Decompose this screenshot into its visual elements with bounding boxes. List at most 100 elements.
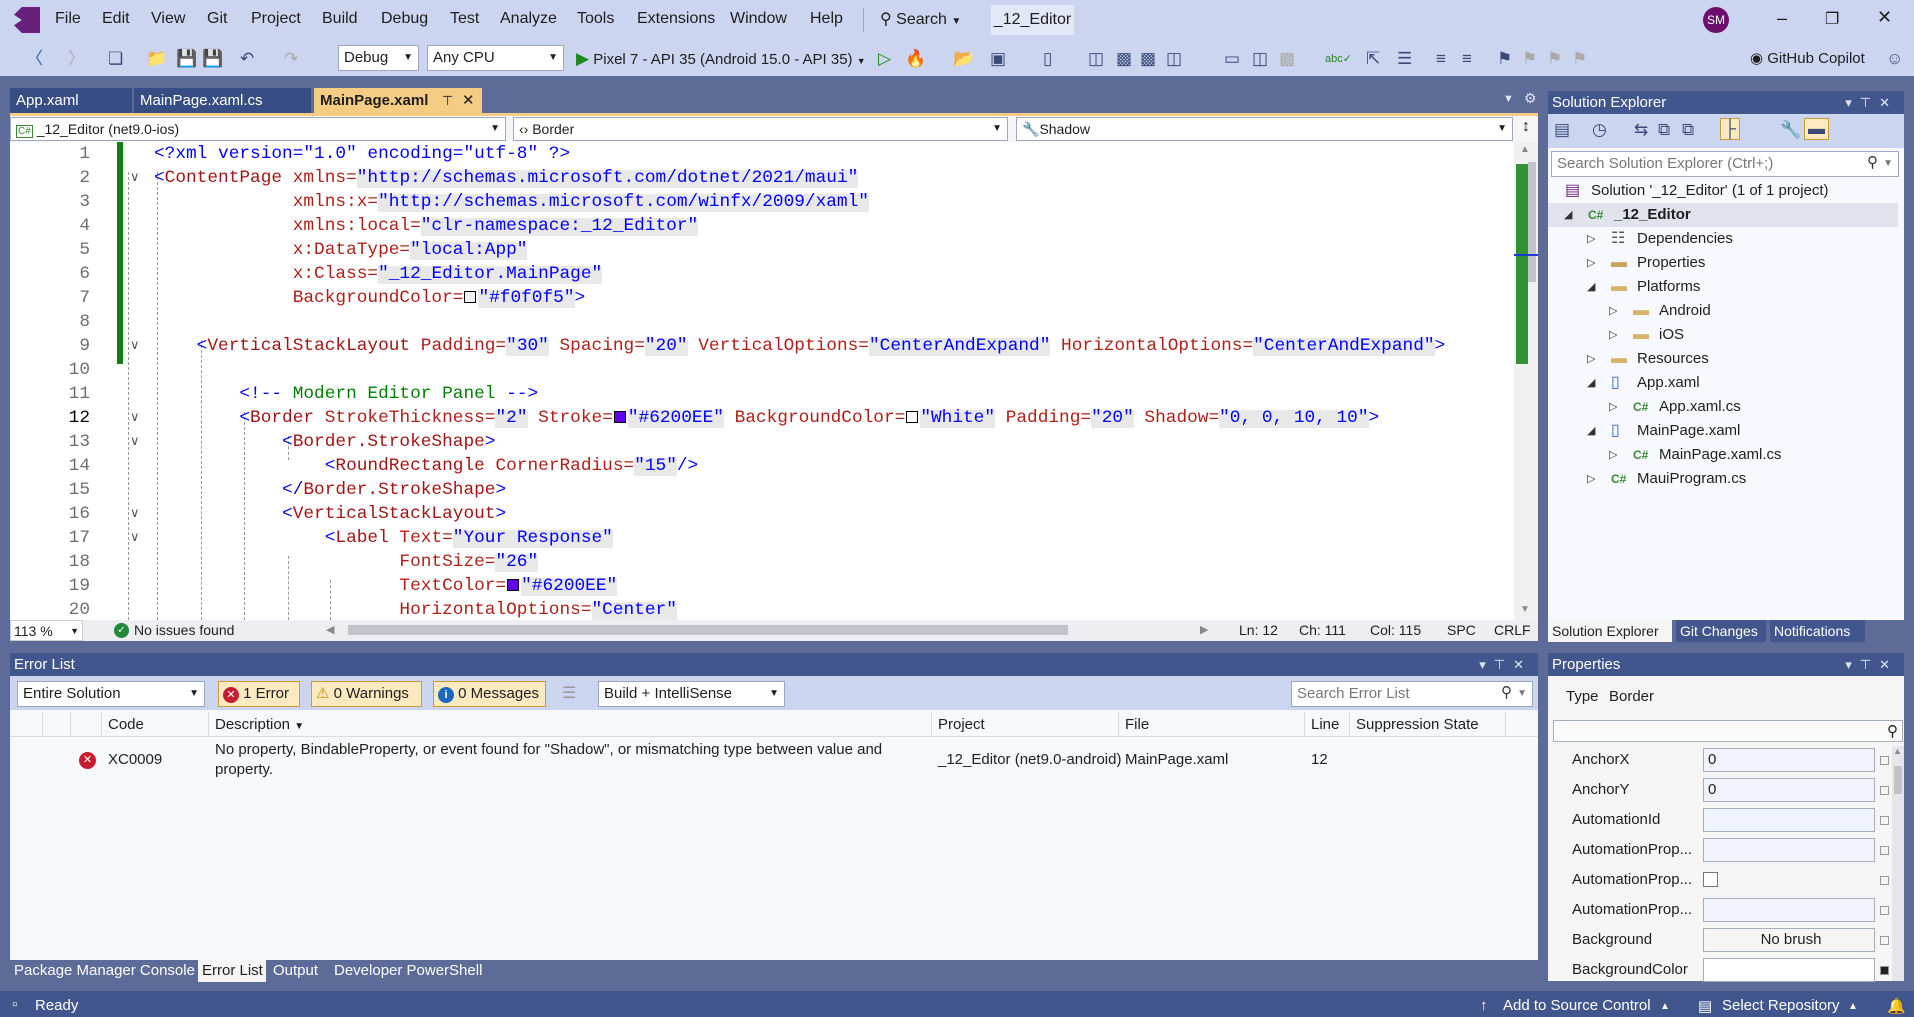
code-line[interactable]: 6 x:Class="_12_Editor.MainPage": [10, 262, 1510, 286]
dropdown-icon[interactable]: ▾: [1845, 95, 1860, 110]
scroll-thumb[interactable]: [1894, 766, 1902, 794]
tree-item[interactable]: ◢ ▯ MainPage.xaml: [1548, 419, 1898, 443]
code-line[interactable]: 16 ∨ <VerticalStackLayout>: [10, 502, 1510, 526]
code-line[interactable]: 2 ∨ <ContentPage xmlns="http://schemas.mic…: [10, 166, 1510, 190]
collapse-all-icon[interactable]: ⧉: [1658, 120, 1670, 140]
collapse-arrow-icon[interactable]: ◢: [1564, 203, 1572, 227]
device-log-icon[interactable]: ◫: [1088, 49, 1104, 69]
tree-view-icon[interactable]: ├: [1720, 118, 1741, 140]
menu-edit[interactable]: Edit: [102, 10, 130, 28]
property-value-input[interactable]: [1703, 808, 1875, 832]
property-value-input[interactable]: No brush: [1703, 928, 1875, 952]
column-header-toggle[interactable]: [43, 712, 71, 737]
close-icon[interactable]: ✕: [1877, 7, 1892, 28]
cursor-icon[interactable]: ⇱: [1366, 49, 1380, 69]
code-line[interactable]: 14 <RoundRectangle CornerRadius="15"/>: [10, 454, 1510, 478]
property-value-input[interactable]: [1703, 958, 1875, 982]
collapse-arrow-icon[interactable]: ◢: [1587, 275, 1595, 299]
github-copilot-button[interactable]: ◉ GitHub Copilot: [1750, 49, 1865, 67]
property-marker-icon[interactable]: [1880, 756, 1889, 765]
code-line[interactable]: 11 <!-- Modern Editor Panel -->: [10, 382, 1510, 406]
code-line[interactable]: 4 xmlns:local="clr-namespace:_12_Editor": [10, 214, 1510, 238]
dropdown-icon[interactable]: ▾: [1845, 657, 1860, 672]
forward-icon[interactable]: 〉: [68, 49, 85, 69]
tab-mainpage-xaml[interactable]: MainPage.xaml ⊤ ✕: [314, 88, 482, 114]
tree-item[interactable]: ◢ C# _12_Editor: [1548, 203, 1898, 227]
code-line[interactable]: 15 </Border.StrokeShape>: [10, 478, 1510, 502]
switch-views-icon[interactable]: ▤: [1554, 120, 1570, 140]
source-select[interactable]: Build + IntelliSense ▼: [598, 681, 785, 707]
bell-icon[interactable]: 🔔: [1887, 997, 1906, 1015]
tree-item[interactable]: ▷ ▬ Resources: [1548, 347, 1898, 371]
close-icon[interactable]: ✕: [1513, 657, 1532, 672]
zoom-select[interactable]: 113 % ▼: [10, 620, 83, 641]
redo-icon[interactable]: ↷: [284, 49, 298, 69]
column-header-project[interactable]: Project: [932, 712, 1119, 737]
column-header-description[interactable]: Description ▼: [209, 712, 932, 737]
menu-test[interactable]: Test: [450, 10, 479, 28]
dropdown-icon[interactable]: ▾: [1479, 657, 1494, 672]
warnings-filter-button[interactable]: ⚠ 0 Warnings: [311, 681, 422, 707]
back-icon[interactable]: 〈: [26, 49, 43, 69]
filter-icon[interactable]: ☰: [562, 683, 576, 703]
terminal-icon[interactable]: ▩: [1140, 49, 1156, 69]
column-header-line[interactable]: Line: [1305, 712, 1350, 737]
avatar[interactable]: SM: [1703, 7, 1729, 33]
chevron-up-icon[interactable]: ▲: [1660, 1001, 1670, 1012]
fold-chevron-icon[interactable]: ∨: [130, 430, 140, 454]
column-indicator[interactable]: Col: 115: [1370, 620, 1421, 641]
property-marker-icon[interactable]: [1880, 876, 1889, 885]
scroll-up-icon[interactable]: ▲: [1520, 144, 1530, 155]
prev-bookmark-icon[interactable]: ⚑: [1522, 49, 1537, 69]
bookmark-icon[interactable]: ⚑: [1497, 49, 1512, 69]
menu-tools[interactable]: Tools: [577, 10, 614, 28]
chevron-up-icon[interactable]: ▲: [1848, 1001, 1858, 1012]
issues-status[interactable]: No issues found: [134, 620, 234, 641]
error-list-search-input[interactable]: Search Error List ⚲ ▼: [1291, 681, 1533, 707]
clear-bookmarks-icon[interactable]: ⚑: [1572, 49, 1587, 69]
tab-package-manager-console[interactable]: Package Manager Console: [10, 960, 196, 982]
code-line[interactable]: 5 x:DataType="local:App": [10, 238, 1510, 262]
minimize-icon[interactable]: –: [1777, 8, 1787, 29]
pin-icon[interactable]: ⊤: [1860, 95, 1879, 110]
menu-project[interactable]: Project: [251, 10, 301, 28]
tab-developer-powershell[interactable]: Developer PowerShell: [330, 960, 486, 982]
pin-icon[interactable]: ⊤: [1860, 657, 1879, 672]
errors-filter-button[interactable]: ✕ 1 Error: [218, 681, 300, 707]
code-line[interactable]: 19 TextColor= "#6200EE": [10, 574, 1510, 598]
close-tab-icon[interactable]: ✕: [462, 88, 475, 114]
tab-error-list[interactable]: Error List: [198, 960, 266, 982]
tree-item[interactable]: ◢ ▯ App.xaml: [1548, 371, 1898, 395]
device-icon[interactable]: ▯: [1043, 49, 1052, 69]
column-header-severity[interactable]: [71, 712, 102, 737]
tree-item[interactable]: ▷ ▬ iOS: [1548, 323, 1898, 347]
tree-item[interactable]: ▷ C# MauiProgram.cs: [1548, 467, 1898, 491]
code-line[interactable]: 13 ∨ <Border.StrokeShape>: [10, 430, 1510, 454]
code-editor[interactable]: 1 <?xml version="1.0" encoding="utf-8" ?>…: [10, 142, 1538, 620]
android-sdk-icon[interactable]: ▩: [1116, 49, 1132, 69]
scroll-thumb[interactable]: [1528, 162, 1536, 282]
menu-git[interactable]: Git: [207, 10, 227, 28]
tree-item[interactable]: ▷ C# App.xaml.cs: [1548, 395, 1898, 419]
search-button[interactable]: ⚲ Search ▼: [880, 9, 961, 29]
line-ending-indicator[interactable]: CRLF: [1494, 620, 1531, 641]
save-all-icon[interactable]: 💾: [202, 49, 223, 69]
tab-mainpage-xaml-cs[interactable]: MainPage.xaml.cs: [134, 88, 311, 114]
pending-changes-filter-icon[interactable]: ◷: [1592, 120, 1607, 140]
expand-arrow-icon[interactable]: ▷: [1587, 251, 1595, 275]
start-debugging-button[interactable]: ▶ Pixel 7 - API 35 (Android 15.0 - API 3…: [576, 49, 866, 69]
element-select[interactable]: ‹› Border ▼: [513, 117, 1008, 141]
scroll-right-icon[interactable]: ▶: [1200, 620, 1208, 641]
tab-app-xaml[interactable]: App.xaml: [10, 88, 132, 114]
select-repository-button[interactable]: Select Repository: [1722, 997, 1840, 1014]
start-without-debugging-icon[interactable]: ▷: [878, 49, 891, 69]
save-icon[interactable]: 💾: [176, 49, 197, 69]
scope-select[interactable]: Entire Solution ▼: [17, 681, 205, 707]
browse-icon[interactable]: 📂: [953, 49, 974, 69]
property-checkbox[interactable]: [1703, 872, 1718, 887]
properties-scrollbar[interactable]: ▲: [1892, 746, 1904, 981]
expand-arrow-icon[interactable]: ▷: [1609, 443, 1617, 467]
add-to-source-control-button[interactable]: Add to Source Control: [1503, 997, 1651, 1014]
menu-build[interactable]: Build: [322, 10, 358, 28]
fold-chevron-icon[interactable]: ∨: [130, 406, 140, 430]
